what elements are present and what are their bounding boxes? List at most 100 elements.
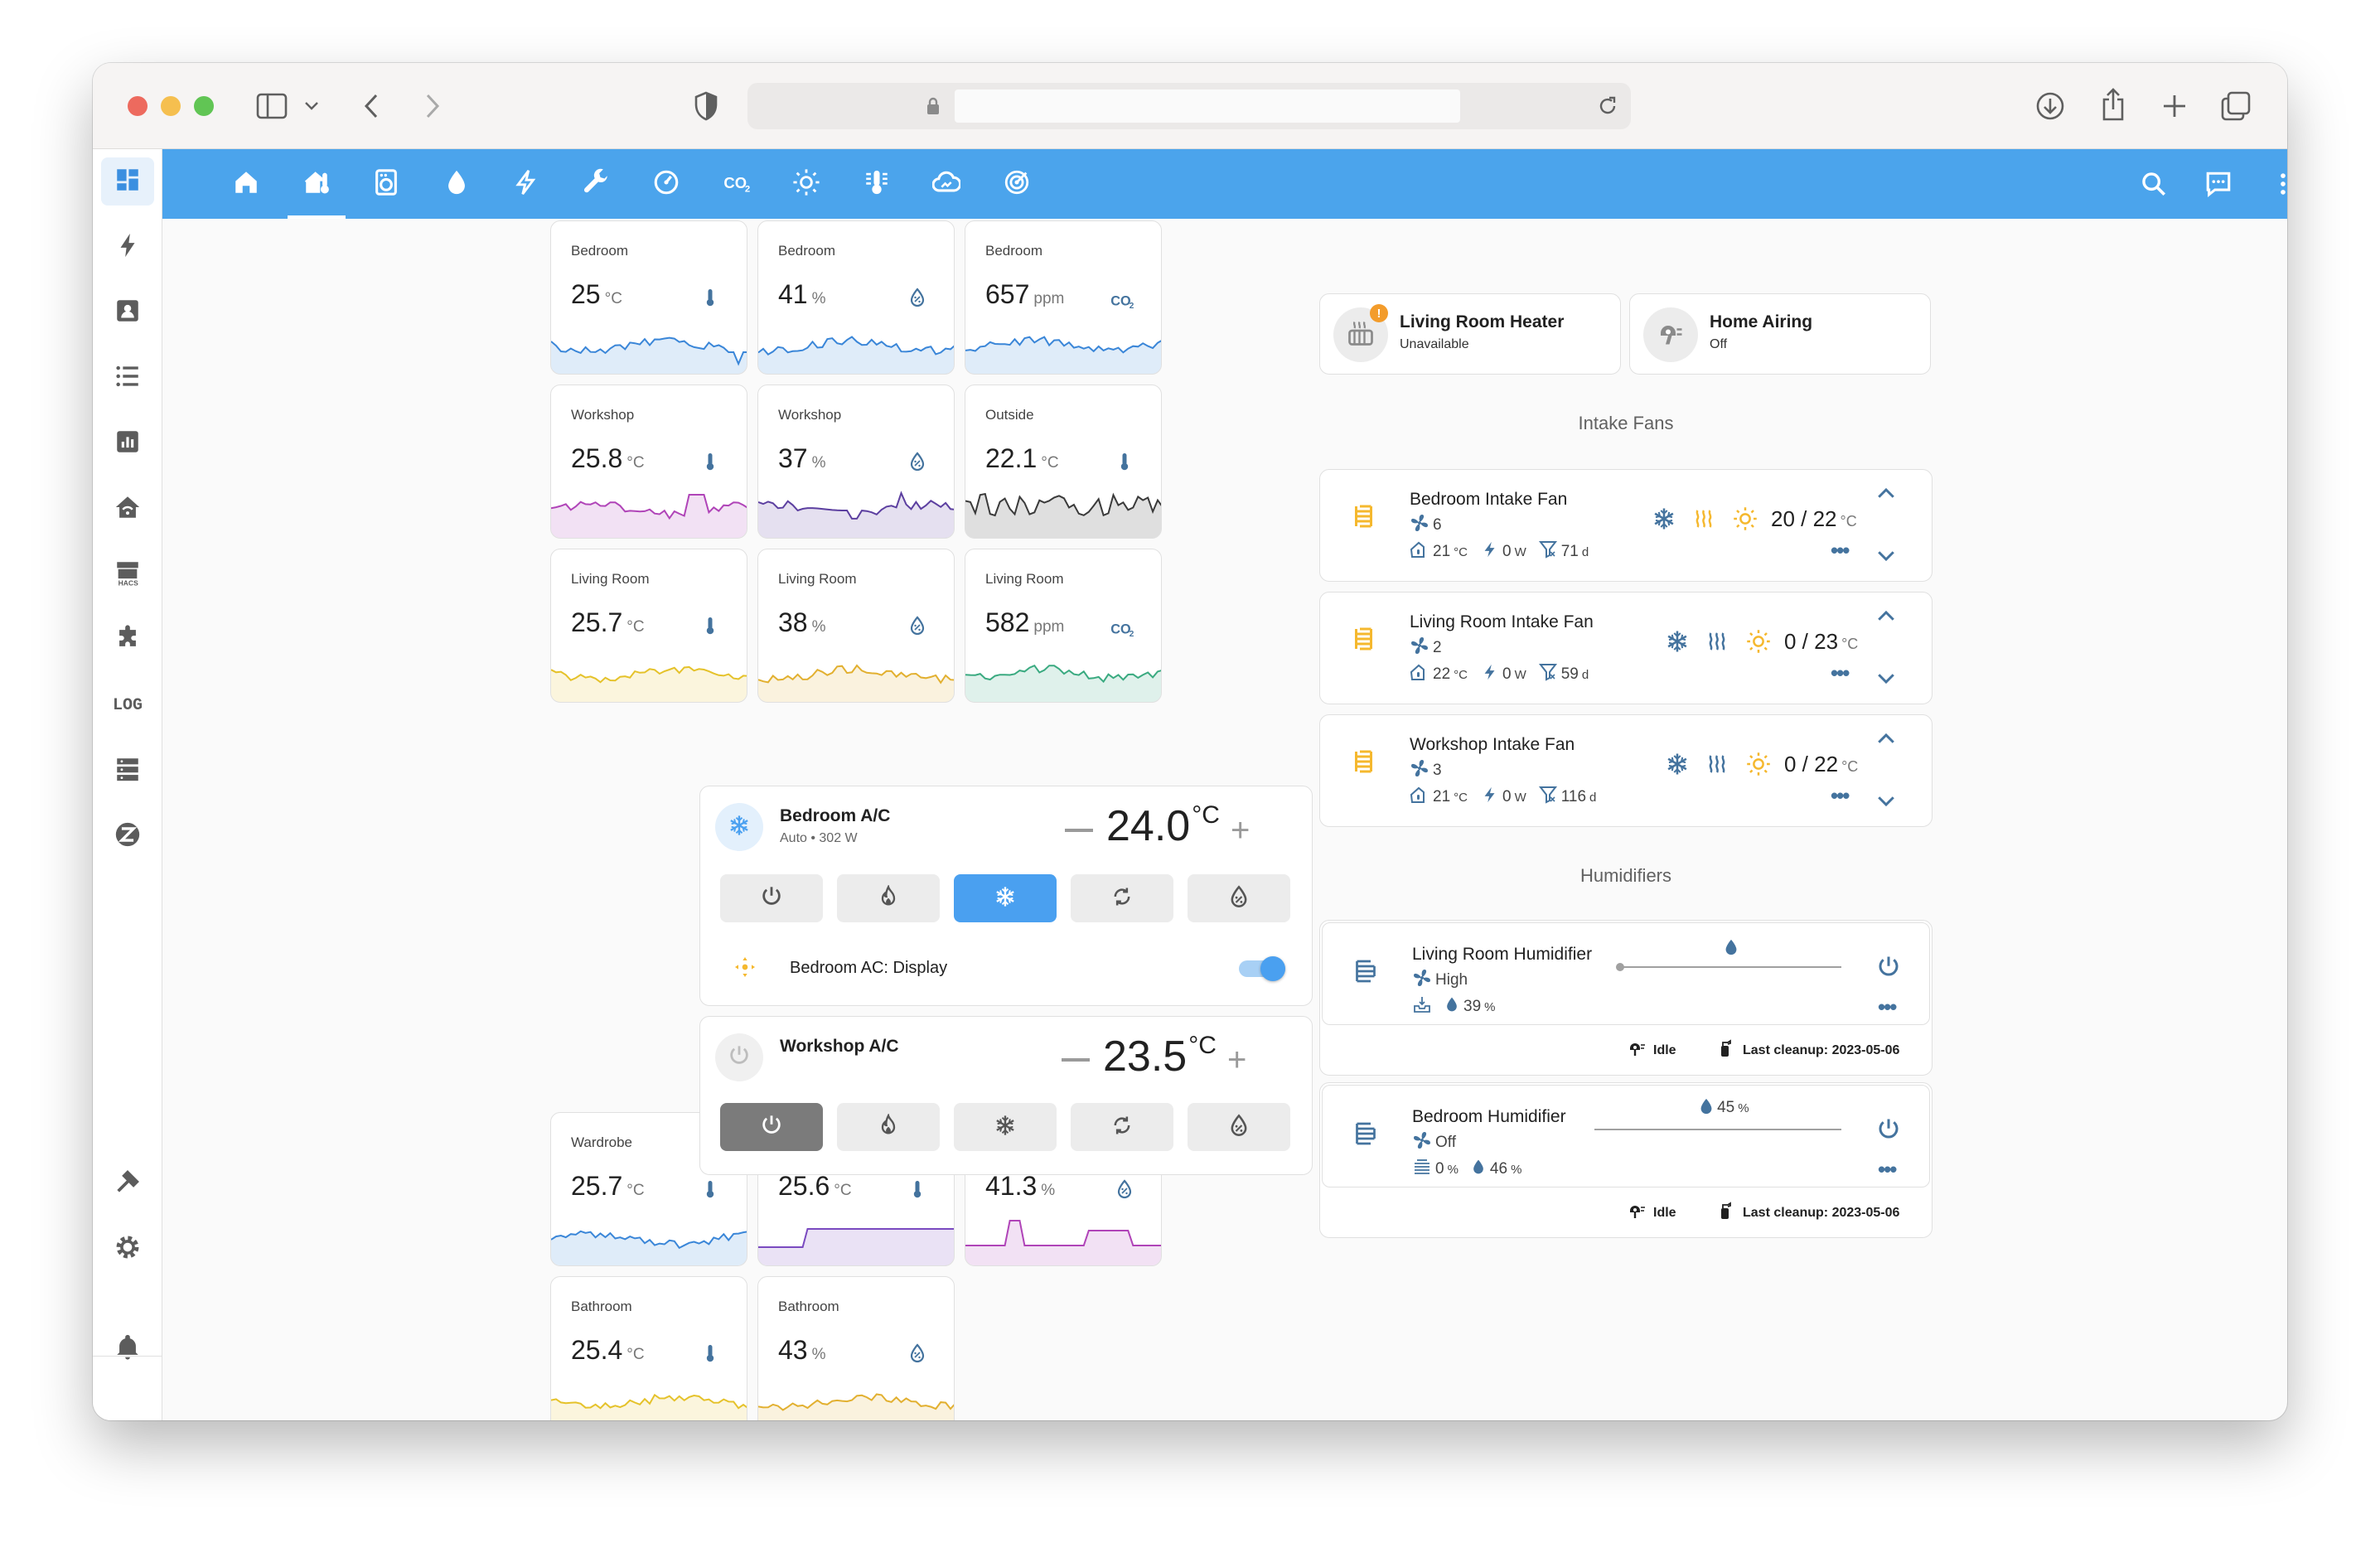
- chevron-up-icon[interactable]: [1874, 481, 1899, 510]
- sidebar-item-settings[interactable]: [101, 1223, 154, 1271]
- sensor-card[interactable]: Bathroom 25.4 °C: [550, 1276, 747, 1420]
- hvac-mode-cycle-button[interactable]: [1071, 1103, 1173, 1151]
- chevron-down-icon[interactable]: [302, 96, 322, 116]
- humidifier-card[interactable]: Living Room Humidifier High 39% ••• Idle Last…: [1319, 920, 1933, 1076]
- hvac-mode-water-percent-button[interactable]: [1188, 1103, 1290, 1151]
- fan-card[interactable]: Bedroom Intake Fan 6 21 °C 0 W 71 d 20 / 22 °C •••: [1319, 469, 1933, 582]
- entity-icon-button[interactable]: [1643, 307, 1698, 362]
- more-actions-button[interactable]: •••: [1831, 785, 1850, 806]
- slider-thumb-water-drop-icon[interactable]: [1722, 938, 1740, 960]
- sensor-card[interactable]: Living Room 25.7 °C: [550, 549, 747, 703]
- sensor-card[interactable]: Bedroom 657 ppm CO 2: [965, 220, 1162, 375]
- view-tab-weather-sunny-icon[interactable]: [777, 149, 835, 219]
- sidebar-item-log[interactable]: LOG: [101, 681, 154, 729]
- minimize-window-button[interactable]: [161, 96, 181, 116]
- sidebar-item-puzzle[interactable]: [101, 616, 154, 664]
- view-tab-lightning-icon[interactable]: [497, 149, 555, 219]
- heat-waves-icon[interactable]: [1705, 752, 1729, 781]
- sidebar-item-developer-tools[interactable]: [101, 1158, 154, 1206]
- forward-icon[interactable]: [418, 89, 447, 123]
- download-icon[interactable]: [2034, 89, 2067, 123]
- display-toggle-knob[interactable]: [1260, 956, 1285, 981]
- new-tab-icon[interactable]: [2158, 89, 2191, 123]
- hvac-mode-snowflake-button[interactable]: [954, 1103, 1057, 1151]
- chevron-down-icon[interactable]: [1874, 543, 1899, 572]
- fan-card[interactable]: Living Room Intake Fan 2 22 °C 0 W 59 d 0 / 23 °C…: [1319, 592, 1933, 704]
- decrease-temperature-button[interactable]: [1065, 829, 1093, 832]
- chevron-up-icon[interactable]: [1874, 604, 1899, 633]
- sun-icon[interactable]: [1733, 506, 1758, 535]
- view-tab-washing-machine-icon[interactable]: [357, 149, 415, 219]
- search-icon[interactable]: [2125, 149, 2183, 219]
- humidifier-card[interactable]: Bedroom Humidifier Off 0% 46% 45% ••• Idle Last…: [1319, 1082, 1933, 1238]
- sidebar-item-server[interactable]: [101, 747, 154, 795]
- sensor-card[interactable]: Living Room 582 ppm CO 2: [965, 549, 1162, 703]
- close-window-button[interactable]: [128, 96, 148, 116]
- snowflake-icon[interactable]: [1652, 506, 1676, 535]
- maximize-window-button[interactable]: [194, 96, 214, 116]
- more-vertical-icon[interactable]: [2254, 149, 2287, 219]
- sidebar-item-history[interactable]: [101, 419, 154, 467]
- sensor-card[interactable]: Bedroom 41%: [757, 220, 955, 375]
- address-bar[interactable]: [747, 83, 1631, 129]
- assist-icon[interactable]: [2189, 149, 2247, 219]
- decrease-temperature-button[interactable]: [1062, 1058, 1090, 1062]
- snowflake-icon[interactable]: [1665, 629, 1690, 658]
- sensor-card[interactable]: Workshop 37%: [757, 385, 955, 539]
- hvac-mode-snowflake-button[interactable]: [954, 874, 1057, 922]
- hvac-mode-fire-button[interactable]: [837, 1103, 940, 1151]
- heat-waves-icon[interactable]: [1705, 629, 1729, 658]
- sidebar-item-logbook[interactable]: [101, 288, 154, 336]
- share-icon[interactable]: [2097, 86, 2130, 123]
- climate-card[interactable]: Workshop A/C 23.5°C +: [699, 1016, 1313, 1175]
- hvac-mode-power-button[interactable]: [720, 874, 823, 922]
- hvac-mode-water-percent-button[interactable]: [1188, 874, 1290, 922]
- power-icon[interactable]: [1876, 955, 1901, 984]
- tabs-overview-icon[interactable]: [2219, 89, 2252, 123]
- climate-card[interactable]: Bedroom A/C Auto • 302 W 24.0°C + Bedroom AC…: [699, 786, 1313, 1006]
- sidebar-item-todo-list[interactable]: [101, 354, 154, 402]
- hvac-mode-cycle-button[interactable]: [1071, 874, 1173, 922]
- view-tab-gauge-icon[interactable]: [637, 149, 695, 219]
- view-tab-house-thermometer-icon[interactable]: [287, 149, 346, 219]
- sidebar-item-hacs[interactable]: HACS: [101, 550, 154, 598]
- hvac-mode-fire-button[interactable]: [837, 874, 940, 922]
- sun-icon[interactable]: [1746, 629, 1771, 658]
- chevron-down-icon[interactable]: [1874, 788, 1899, 817]
- sidebar-item-notifications[interactable]: [101, 1323, 154, 1371]
- view-tab-cloud-icon[interactable]: [917, 149, 975, 219]
- entity-card[interactable]: Home Airing Off: [1629, 293, 1931, 375]
- hvac-mode-power-button[interactable]: [720, 1103, 823, 1151]
- more-actions-button[interactable]: •••: [1878, 1158, 1897, 1180]
- shield-icon[interactable]: [689, 89, 723, 123]
- fan-card[interactable]: Workshop Intake Fan 3 21 °C 0 W 116 d 0 / 22 °C ••…: [1319, 714, 1933, 827]
- power-icon[interactable]: [1876, 1117, 1901, 1146]
- entity-card[interactable]: ! Living Room Heater Unavailable: [1319, 293, 1621, 375]
- target-humidity-slider[interactable]: [1619, 966, 1841, 968]
- climate-state-icon[interactable]: [715, 1033, 763, 1081]
- increase-temperature-button[interactable]: +: [1227, 1043, 1246, 1076]
- sensor-card[interactable]: Outside 22.1 °C: [965, 385, 1162, 539]
- view-tab-water-drop-icon[interactable]: [428, 149, 486, 219]
- sidebar-item-energy[interactable]: [101, 223, 154, 271]
- sensor-card[interactable]: Bathroom 43%: [757, 1276, 955, 1420]
- reload-icon[interactable]: [1596, 94, 1619, 118]
- view-tab-wrench-icon[interactable]: [568, 149, 626, 219]
- more-actions-button[interactable]: •••: [1878, 996, 1897, 1018]
- sensor-card[interactable]: Bedroom 25 °C: [550, 220, 747, 375]
- sensor-card[interactable]: Living Room 38%: [757, 549, 955, 703]
- increase-temperature-button[interactable]: +: [1231, 814, 1250, 847]
- sensor-card[interactable]: Workshop 25.8 °C: [550, 385, 747, 539]
- snowflake-icon[interactable]: [1665, 752, 1690, 781]
- more-actions-button[interactable]: •••: [1831, 539, 1850, 561]
- back-icon[interactable]: [356, 89, 386, 123]
- view-tab-thermometer-lines-icon[interactable]: [848, 149, 906, 219]
- sidebar-item-zigbee[interactable]: [101, 812, 154, 860]
- view-tab-co2-icon[interactable]: CO 2: [708, 149, 766, 219]
- sidebar-item-dashboard[interactable]: [101, 157, 154, 206]
- climate-state-icon[interactable]: [715, 803, 763, 851]
- heat-waves-icon[interactable]: [1691, 506, 1716, 535]
- chevron-up-icon[interactable]: [1874, 727, 1899, 756]
- slider-thumb-water-drop-icon[interactable]: [1697, 1097, 1715, 1120]
- chevron-down-icon[interactable]: [1874, 665, 1899, 694]
